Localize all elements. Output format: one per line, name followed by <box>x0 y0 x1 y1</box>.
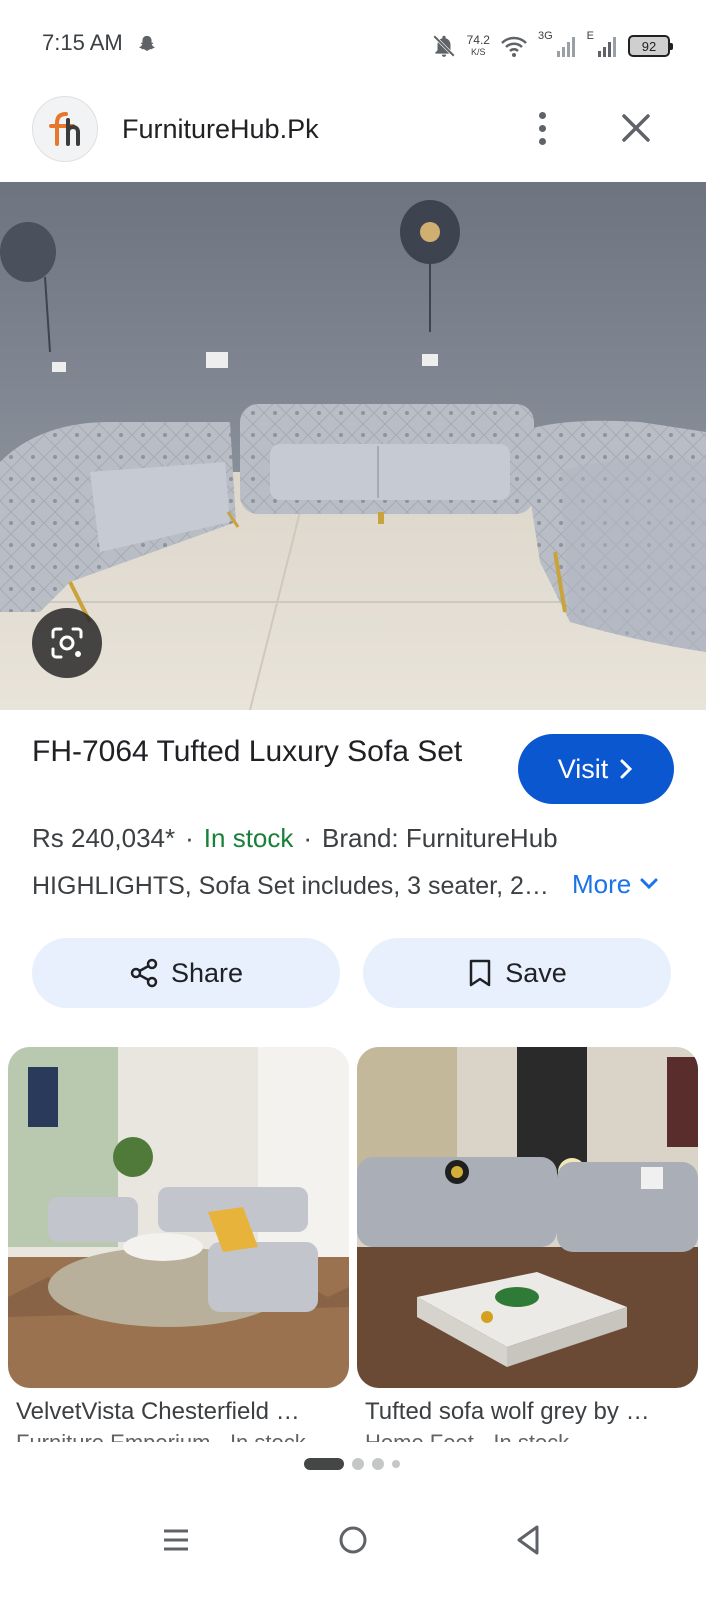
product-price: Rs 240,034* <box>32 823 176 853</box>
share-label: Share <box>170 957 244 988</box>
related-product-title[interactable]: VelvetVista Chesterfield Sofa Set <box>8 1396 308 1428</box>
site-logo[interactable] <box>32 96 98 162</box>
battery-level: 92 <box>641 38 657 54</box>
stock-status: In stock <box>203 823 294 853</box>
product-brand: Brand: FurnitureHub <box>322 823 558 853</box>
status-icons: 74.2 K/S 3G E 92 <box>431 30 673 62</box>
save-button[interactable]: Save <box>363 938 671 1008</box>
lens-icon <box>51 627 83 659</box>
sofa-set-photo <box>0 182 706 710</box>
related-product-subtitle: Home Feet · In stock <box>357 1428 698 1442</box>
product-title: FH-7064 Tufted Luxury Sofa Set <box>32 735 463 768</box>
status-time: 7:15 AM <box>42 30 123 55</box>
pager-dot <box>352 1458 364 1470</box>
recent-apps-icon[interactable] <box>146 1510 206 1570</box>
product-image[interactable] <box>0 182 706 710</box>
close-icon[interactable] <box>614 106 658 150</box>
back-icon[interactable] <box>498 1510 558 1570</box>
share-button[interactable]: Share <box>32 938 340 1008</box>
visit-label: Visit <box>557 753 609 784</box>
site-name[interactable]: FurnitureHub.Pk <box>122 114 319 145</box>
living-room-photo <box>8 1047 349 1388</box>
save-label: Save <box>505 957 567 988</box>
carousel-pager <box>304 1456 400 1472</box>
more-button[interactable]: More <box>572 866 659 902</box>
related-product-title[interactable]: Tufted sofa wolf grey by Home Feet <box>357 1396 657 1428</box>
signal-2-label: E <box>586 30 594 42</box>
snapchat-notification-icon <box>139 35 155 51</box>
signal-1-icon <box>556 37 575 57</box>
chevron-down-icon <box>640 878 658 890</box>
battery-icon: 92 <box>628 35 673 57</box>
tufted-sofa-photo <box>357 1047 698 1388</box>
related-product-card[interactable]: Tufted sofa wolf grey by Home Feet Home … <box>357 1047 698 1442</box>
mute-bell-icon <box>432 35 455 57</box>
pager-dot-active <box>304 1458 344 1470</box>
bookmark-icon <box>469 959 491 987</box>
furniturehub-logo-icon <box>49 112 80 146</box>
pager-dot <box>372 1458 384 1470</box>
related-product-card[interactable]: VelvetVista Chesterfield Sofa Set Furnit… <box>8 1047 349 1442</box>
wifi-icon <box>501 36 527 57</box>
related-product-image[interactable] <box>357 1047 698 1388</box>
pager-dot <box>392 1460 400 1468</box>
system-nav-bar <box>0 1490 720 1600</box>
related-product-subtitle: Furniture Emporium · In stock <box>8 1428 349 1442</box>
more-label: More <box>572 869 632 899</box>
google-lens-button[interactable] <box>32 608 102 678</box>
app-header: FurnitureHub.Pk <box>0 92 720 182</box>
network-speed: 74.2 K/S <box>466 33 490 57</box>
signal-1-label: 3G <box>537 30 553 42</box>
more-vert-icon[interactable] <box>522 106 562 150</box>
visit-button[interactable]: Visit <box>518 734 674 804</box>
chevron-right-icon <box>620 759 633 779</box>
price-stock-line: Rs 240,034* · In stock · Brand: FurnitureHub <box>32 823 558 853</box>
signal-2-icon <box>598 37 616 57</box>
status-bar: 7:15 AM 74.2 K/S 3G E 92 <box>0 0 720 92</box>
related-product-image[interactable] <box>8 1047 349 1388</box>
product-highlights: HIGHLIGHTS, Sofa Set includes, 3 seater,… <box>32 872 552 900</box>
home-icon[interactable] <box>323 1510 383 1570</box>
share-icon <box>130 958 158 988</box>
